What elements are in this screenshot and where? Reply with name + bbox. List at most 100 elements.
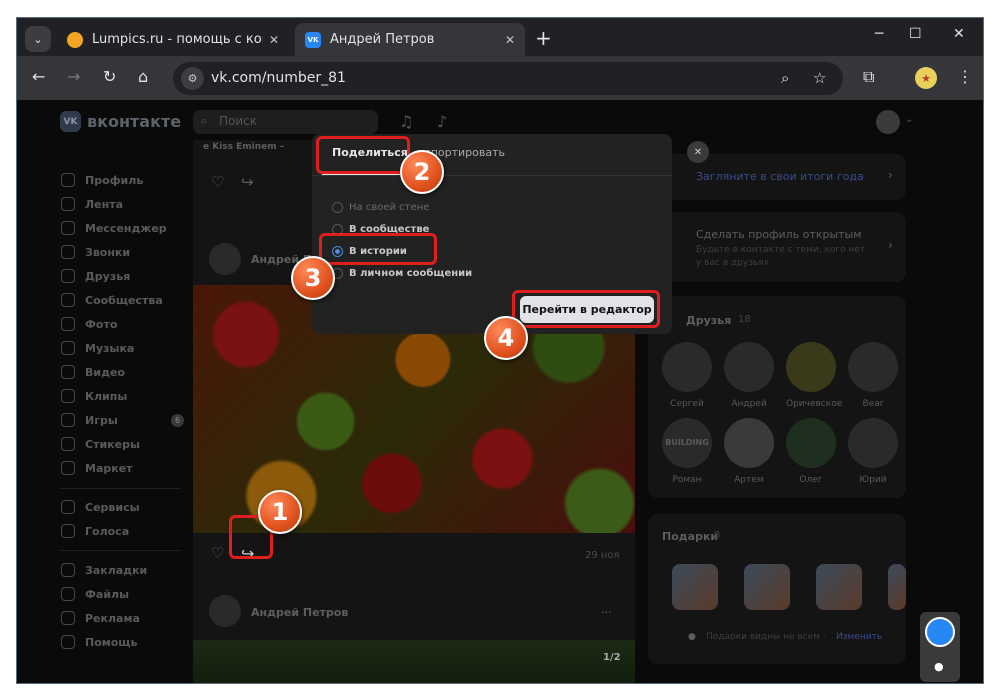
post-author[interactable]: Андрей Петров	[251, 606, 348, 619]
like-icon[interactable]: ♡	[211, 544, 224, 562]
sidebar-item-friends[interactable]: Друзья	[61, 266, 130, 286]
step-badge-3: 3	[291, 256, 335, 300]
gift-item[interactable]	[888, 564, 906, 610]
open-profile-card[interactable]: Сделать профиль открытым Будьте в контак…	[648, 212, 906, 282]
extensions-icon[interactable]: ⧉	[863, 67, 874, 87]
video-icon	[61, 365, 75, 379]
vk-brand[interactable]: вконтакте	[87, 112, 181, 131]
site-settings-icon[interactable]: ⚙	[181, 67, 204, 90]
friend-name: Артем	[734, 475, 764, 485]
sidebar-item-help[interactable]: Помощь	[61, 632, 137, 652]
avatar[interactable]	[876, 110, 900, 134]
gift-item[interactable]	[816, 564, 862, 610]
sidebar-item-photo[interactable]: Фото	[61, 314, 117, 334]
friend-item[interactable]: Оричевское	[786, 342, 842, 409]
share-icon[interactable]: ↪	[241, 173, 254, 191]
chat-icon[interactable]: ●	[934, 660, 944, 673]
assistant-icon[interactable]	[925, 617, 955, 647]
summary-link[interactable]: Загляните в свои итоги года	[696, 170, 864, 183]
option-private-message[interactable]: В личном сообщении	[332, 265, 472, 281]
sidebar-item-label: Сообщества	[85, 293, 163, 307]
sidebar-item-clips[interactable]: Клипы	[61, 386, 127, 406]
sidebar-item-video[interactable]: Видео	[61, 362, 125, 382]
back-icon[interactable]: ←	[32, 67, 45, 86]
step-badge-4: 4	[484, 316, 528, 360]
tab-title: Lumpics.ru - помощь с компьютером	[92, 32, 263, 47]
chevron-down-icon[interactable]: ⌄	[905, 114, 913, 125]
friend-item[interactable]: Олег	[786, 418, 836, 485]
gift-item[interactable]	[744, 564, 790, 610]
sidebar-item-bookmarks[interactable]: Закладки	[61, 560, 147, 580]
summary-card[interactable]: Загляните в свои итоги года ›	[648, 154, 906, 200]
home-icon[interactable]: ⌂	[138, 67, 148, 86]
close-icon[interactable]: ✕	[269, 33, 279, 47]
maximize-icon[interactable]: ☐	[909, 26, 922, 42]
close-icon[interactable]: ✕	[687, 141, 709, 163]
gifts-note: Подарки видны не всем ·	[706, 632, 826, 642]
sidebar-item-communities[interactable]: Сообщества	[61, 290, 163, 310]
more-icon[interactable]: ···	[601, 606, 612, 619]
sidebar-item-profile[interactable]: Профиль	[61, 170, 143, 190]
bookmark-star-icon[interactable]: ☆	[813, 69, 826, 87]
highlight-share-tab	[316, 136, 410, 174]
sidebar-item-stickers[interactable]: Стикеры	[61, 434, 140, 454]
search-input[interactable]: ⌕ Поиск	[193, 110, 378, 134]
reload-icon[interactable]: ↻	[103, 67, 116, 86]
zoom-icon[interactable]: ⌕	[781, 69, 789, 87]
friend-item[interactable]: Андрей	[724, 342, 774, 409]
friend-item[interactable]: Юрий	[848, 418, 898, 485]
sidebar-item-label: Реклама	[85, 611, 140, 625]
help-icon	[61, 635, 75, 649]
friend-name: Роман	[672, 475, 702, 485]
assistant-widget[interactable]: ●	[920, 612, 960, 682]
profile-icon[interactable]: ★	[915, 67, 937, 89]
sidebar-item-ads[interactable]: Реклама	[61, 608, 140, 628]
forward-icon[interactable]: →	[67, 67, 80, 86]
notifications-bell-icon[interactable]: ♫	[399, 112, 413, 131]
gifts-title[interactable]: Подарки	[662, 530, 718, 543]
close-icon[interactable]: ✕	[505, 33, 515, 47]
vk-logo-icon[interactable]: VK	[60, 111, 81, 132]
sidebar-item-files[interactable]: Файлы	[61, 584, 129, 604]
friend-item[interactable]: Артем	[724, 418, 774, 485]
option-own-wall[interactable]: На своей стене	[332, 199, 429, 215]
friend-item[interactable]: Сергей	[662, 342, 712, 409]
friend-item[interactable]: Bear	[848, 342, 898, 409]
post-photo[interactable]	[193, 640, 635, 683]
sidebar-item-messenger[interactable]: Мессенджер	[61, 218, 167, 238]
friends-title[interactable]: Друзья	[686, 314, 731, 327]
radio-icon[interactable]	[332, 201, 343, 213]
sidebar-item-games[interactable]: Игры	[61, 410, 118, 430]
address-bar[interactable]: ⚙ vk.com/number_81 ⌕ ☆	[173, 62, 843, 95]
friend-name: Сергей	[670, 399, 704, 409]
new-tab-button[interactable]: +	[535, 26, 552, 50]
friends-count: 18	[738, 314, 751, 325]
sidebar-item-calls[interactable]: Звонки	[61, 242, 130, 262]
sidebar-item-music[interactable]: Музыка	[61, 338, 134, 358]
tab-lumpics[interactable]: Lumpics.ru - помощь с компьютером ✕	[57, 23, 289, 56]
gifts-change-link[interactable]: Изменить	[836, 632, 882, 642]
lock-icon: ●	[688, 632, 696, 642]
sidebar-item-label: Профиль	[85, 173, 144, 187]
tab-vk-profile[interactable]: VK Андрей Петров ✕	[295, 23, 525, 56]
highlight-story-option	[319, 233, 437, 265]
music-note-icon[interactable]: ♪	[437, 112, 447, 131]
close-window-icon[interactable]: ✕	[953, 26, 965, 42]
sidebar-item-votes[interactable]: Голоса	[61, 521, 129, 541]
tab-search-button[interactable]: ⌄	[25, 26, 51, 52]
minimize-icon[interactable]: ─	[875, 26, 883, 42]
menu-icon[interactable]: ⋮	[957, 67, 973, 86]
sidebar-item-market[interactable]: Маркет	[61, 458, 133, 478]
bookmark-icon	[61, 563, 75, 577]
sidebar-item-label: Помощь	[85, 635, 138, 649]
sidebar-item-feed[interactable]: Лента	[61, 194, 123, 214]
music-snippet: e Kiss Eminem –	[203, 142, 285, 152]
avatar[interactable]	[209, 243, 241, 275]
gamepad-icon	[61, 413, 75, 427]
sidebar-item-services[interactable]: Сервисы	[61, 497, 140, 517]
friend-item[interactable]: BUILDING Роман	[662, 418, 712, 485]
gifts-count: 8	[714, 530, 721, 541]
like-icon[interactable]: ♡	[211, 173, 224, 191]
avatar[interactable]	[209, 595, 241, 627]
gift-item[interactable]	[672, 564, 718, 610]
